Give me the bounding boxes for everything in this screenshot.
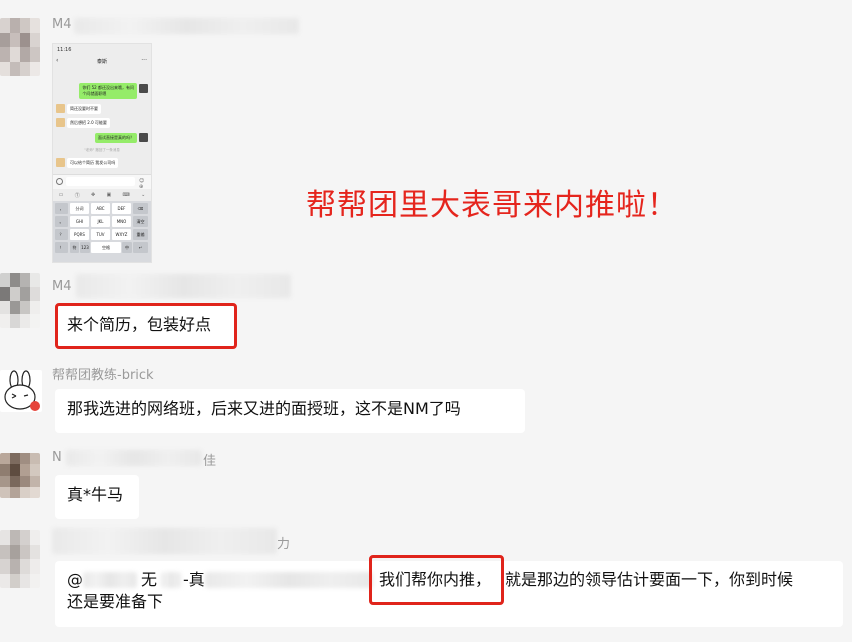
key: ？ [55,229,68,240]
sender-name: M4 [52,279,72,294]
phone-chat-title: 泰斯 [96,59,107,65]
key: GHI [70,216,89,227]
overlay-caption: 帮帮团里大表哥来内推啦！ [306,188,678,223]
message-text: 就是那边的领导估计要面一下，你到时候 [505,570,794,589]
key: 123 [80,242,90,253]
blurred-sender-name [76,274,291,298]
rabbit-avatar-icon [4,370,40,411]
chat-message[interactable]: 真*牛马 [55,475,139,519]
sender-name: N [52,450,62,465]
sender-name: M4 [52,17,72,32]
blurred-sender-name [66,450,202,466]
avatar[interactable] [0,530,40,588]
phone-message: 你们 52 都还没出来哦，有问 个问就面职嗯 [79,83,137,99]
phone-avatar [56,118,65,127]
blurred-sender-name [74,18,299,34]
text-icon: Ⓣ [74,192,80,199]
phone-avatar [139,133,148,142]
phone-message: 简还没要时不要 [67,104,101,114]
copy-icon: ▭ [58,192,64,198]
key: ↵ [133,242,148,253]
key: PQRS [70,229,89,240]
phone-system-note: "老师" 撤回了一条消息 [84,148,120,152]
avatar[interactable] [0,453,40,498]
key: ⌫ [133,203,148,214]
key: 重输 [133,229,148,240]
key: 分词 [70,203,89,214]
phone-message: 面试直接是真的吗？ [95,133,137,143]
key: ！ [55,242,68,253]
phone-input-bar: ☺⊕ [53,174,151,190]
highlight-box [55,303,237,349]
highlight-box [369,555,504,605]
phone-avatar [56,104,65,113]
chat-message[interactable]: 那我选进的网络班，后来又进的面授班，这不是NM了吗 [55,389,525,433]
key: MNO [112,216,131,227]
avatar[interactable] [0,18,40,76]
blurred-text [205,572,373,588]
phone-status-time: 11:16 [57,47,72,53]
blurred-mention [83,572,137,588]
key: DEF [112,203,131,214]
phone-avatar [56,158,65,167]
key: ， [55,203,68,214]
key: 空格 [91,242,121,253]
key: JKL [91,216,110,227]
message-fragment: -真 [183,570,205,589]
phone-keyboard: ， 分词 ABC DEF ⌫ 。 GHI JKL MNO 清空 ？ PQRS T… [53,201,151,262]
blurred-sender-name [52,528,277,554]
key: WXYZ [112,229,131,240]
phone-keyboard-toolbar: ▭ Ⓣ ✥ ▣ ⌨ ⌄ [53,190,151,200]
avatar[interactable] [0,370,42,412]
blurred-text [161,572,181,588]
sender-name-tail: 力 [277,537,291,552]
avatar[interactable] [0,273,40,328]
message-fragment: 无 [141,570,158,589]
sender-name: 帮帮团教练-brick [52,368,154,383]
chevron-down-icon: ⌄ [141,192,146,198]
key: 清空 [133,216,148,227]
sender-name-tail: 佳 [203,454,217,469]
more-icon: ··· [141,57,147,64]
key: ABC [91,203,110,214]
phone-message: 然后想招 2.0 可能要 [67,118,110,128]
phone-avatar [139,84,148,93]
image-icon: ▣ [106,192,112,198]
phone-message: 可以给个简历 我发公司吗 [67,158,119,168]
move-icon: ✥ [91,192,96,198]
chat-image-attachment[interactable]: 11:16 ‹ 泰斯 ··· 你们 52 都还没出来哦，有问 个问就面职嗯 简还… [52,43,152,263]
mention[interactable]: @ [67,570,83,589]
key: TUV [91,229,110,240]
key: 符 [70,242,79,253]
key: 中 [122,242,132,253]
keyboard-icon: ⌨ [122,192,130,198]
key: 。 [55,216,68,227]
